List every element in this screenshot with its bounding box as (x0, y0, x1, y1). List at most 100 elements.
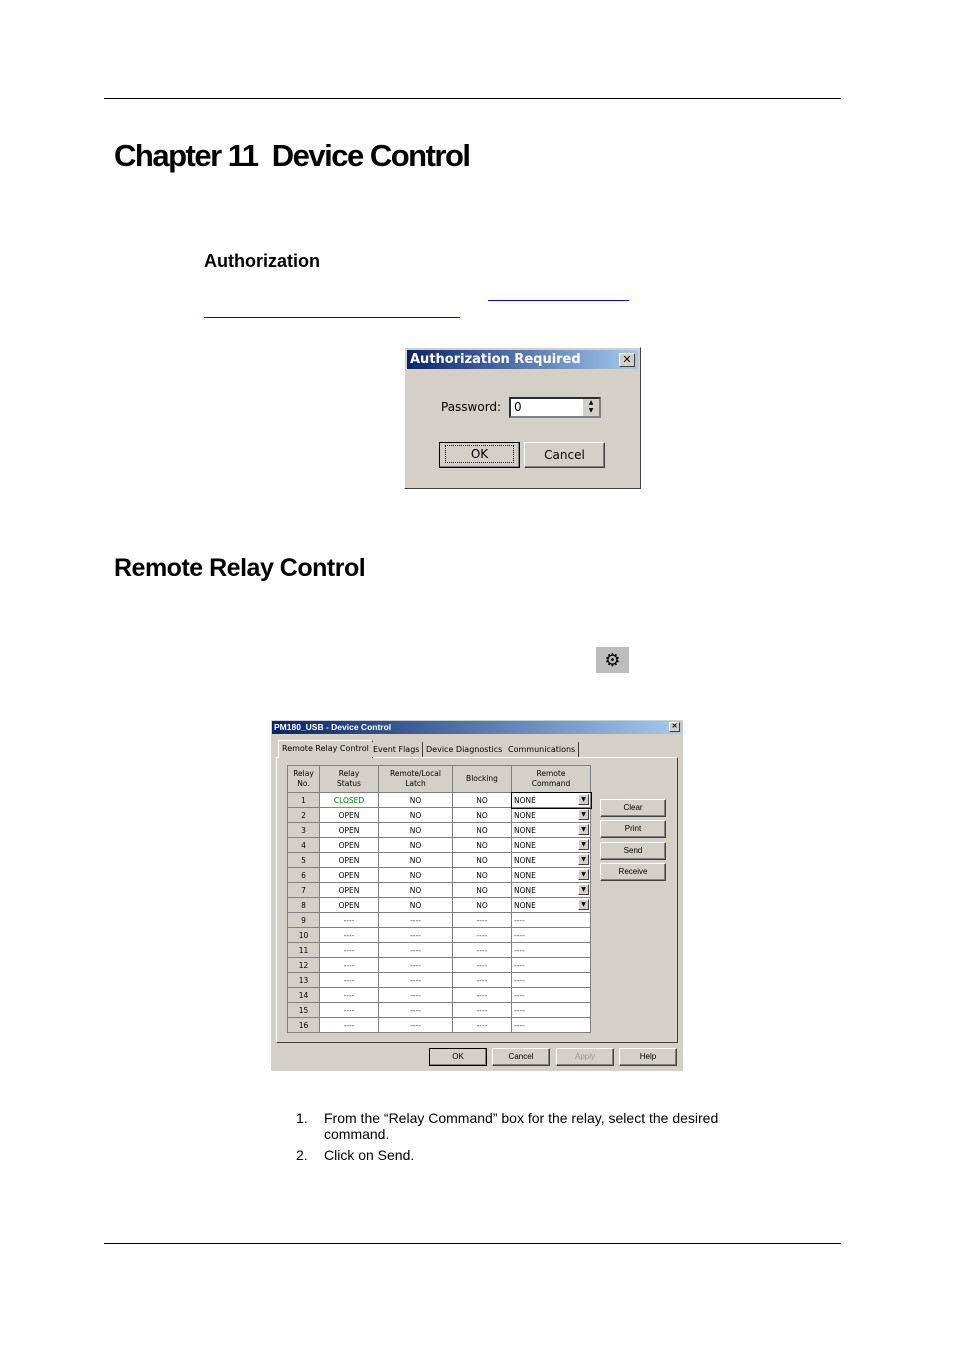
close-icon[interactable]: ✕ (619, 353, 635, 367)
cell-text: 7 (301, 885, 306, 895)
table-row: 4 OPEN NO NO NONE ▼ (287, 837, 591, 853)
remote-command[interactable]: NONE ▼ (511, 882, 591, 898)
send-button[interactable]: Send (600, 842, 666, 860)
chevron-down-icon[interactable]: ▼ (578, 869, 589, 880)
table-row: 1 CLOSED NO NO NONE ▼ (287, 791, 592, 809)
step-text: From the “Relay Command” box for the rel… (324, 1110, 719, 1142)
link-underline[interactable] (488, 300, 629, 301)
tab-communications[interactable]: Communications (505, 742, 580, 757)
cell-text: ---- (476, 990, 488, 1000)
blocking: NO (452, 837, 512, 853)
remote-command[interactable]: NONE ▼ (511, 867, 591, 883)
cancel-button[interactable]: Cancel (524, 442, 605, 468)
print-button[interactable]: Print (600, 820, 666, 838)
cell-text: OPEN (338, 810, 360, 820)
table-row: 15 ---- ---- ---- ---- (287, 1002, 591, 1018)
blocking: NO (452, 792, 512, 808)
dialog-title: Authorization Required (410, 352, 581, 367)
latch: ---- (378, 942, 453, 958)
blocking: NO (452, 822, 512, 838)
spin-buttons[interactable]: ▲ ▼ (583, 399, 599, 416)
relay-status: ---- (319, 1002, 379, 1018)
latch: NO (378, 852, 453, 868)
cell-text: ---- (514, 945, 525, 955)
chevron-down-icon[interactable]: ▼ (578, 794, 589, 805)
chevron-down-icon[interactable]: ▼ (578, 854, 589, 865)
column-header: Relay No. (287, 765, 320, 793)
tab-event-flags[interactable]: Event Flags (370, 742, 424, 757)
column-header: Blocking (452, 765, 512, 793)
cell-text: ---- (410, 930, 421, 940)
table-row: 16 ---- ---- ---- ---- (287, 1017, 591, 1033)
cell-text: ---- (343, 1005, 355, 1015)
step-number: 1. (296, 1110, 308, 1126)
relay-no: 7 (287, 882, 320, 898)
relay-status: OPEN (319, 852, 379, 868)
cell-text: 13 (298, 975, 309, 985)
latch: NO (378, 882, 453, 898)
receive-button[interactable]: Receive (600, 863, 666, 881)
header-text: No. (297, 779, 310, 788)
apply-button: Apply (556, 1048, 614, 1066)
chevron-down-icon[interactable]: ▼ (578, 899, 589, 910)
remote-command[interactable]: NONE ▼ (511, 837, 591, 853)
relay-table: Relay No. Relay Status Remote/Local Latch Bloc… (287, 765, 592, 1033)
cell-text: NO (409, 900, 422, 910)
latch: NO (378, 822, 453, 838)
remote-command[interactable]: NONE ▼ (511, 822, 591, 838)
password-field[interactable]: 0 ▲ ▼ (509, 397, 601, 418)
cell-text: ---- (410, 915, 421, 925)
tab-device-diagnostics[interactable]: Device Diagnostics (423, 742, 507, 757)
cell-text: ---- (476, 930, 488, 940)
chevron-down-icon[interactable]: ▼ (578, 824, 589, 835)
cell-text: ---- (343, 1020, 355, 1030)
cell-text: ---- (476, 1020, 488, 1030)
relay-no: 6 (287, 867, 320, 883)
relay-status: OPEN (319, 822, 379, 838)
latch: NO (378, 807, 453, 823)
cell-text: 15 (298, 1005, 309, 1015)
help-button[interactable]: Help (619, 1048, 677, 1066)
cell-text: NO (476, 825, 488, 835)
blocking: ---- (452, 1017, 512, 1033)
chevron-down-icon[interactable]: ▼ (578, 809, 589, 820)
dialog-title-bar: Authorization Required (407, 350, 638, 369)
remote-command[interactable]: NONE ▼ (511, 897, 591, 913)
table-row: 10 ---- ---- ---- ---- (287, 927, 591, 943)
cell-text: NO (409, 810, 422, 820)
tab-remote-relay-control[interactable]: Remote Relay Control (278, 740, 373, 758)
ok-button[interactable]: OK (439, 442, 520, 468)
chevron-down-icon[interactable]: ▼ (578, 884, 589, 895)
chevron-down-icon[interactable]: ▼ (578, 839, 589, 850)
latch: ---- (378, 987, 453, 1003)
cell-text: ---- (476, 975, 488, 985)
blocking: NO (452, 867, 512, 883)
cell-text: ---- (410, 990, 421, 1000)
footer-rule (104, 1243, 841, 1244)
cell-text: OPEN (338, 825, 360, 835)
column-header: Remote Command (511, 765, 591, 793)
latch: NO (378, 837, 453, 853)
blocking: ---- (452, 942, 512, 958)
cell-text: ---- (514, 1020, 525, 1030)
relay-status: OPEN (319, 882, 379, 898)
device-control-icon[interactable]: ⚙ (596, 647, 629, 673)
close-icon[interactable]: ✕ (669, 722, 680, 732)
cell-text: 9 (301, 915, 306, 925)
blocking: NO (452, 897, 512, 913)
remote-command[interactable]: NONE ▼ (511, 807, 591, 823)
cell-text: OPEN (338, 840, 360, 850)
link-underline[interactable] (204, 317, 460, 318)
ok-button[interactable]: OK (429, 1048, 487, 1066)
clear-button[interactable]: Clear (600, 799, 666, 817)
cell-text: NO (409, 795, 422, 805)
latch: ---- (378, 1002, 453, 1018)
cancel-button[interactable]: Cancel (492, 1048, 550, 1066)
cell-text: NO (476, 870, 488, 880)
relay-status: ---- (319, 1017, 379, 1033)
remote-command[interactable]: NONE ▼ (511, 852, 591, 868)
cell-text: NO (409, 855, 422, 865)
remote-command[interactable]: NONE ▼ (510, 791, 592, 809)
cell-text: OPEN (338, 870, 360, 880)
section-heading-remote-relay-control: Remote Relay Control (114, 554, 366, 582)
